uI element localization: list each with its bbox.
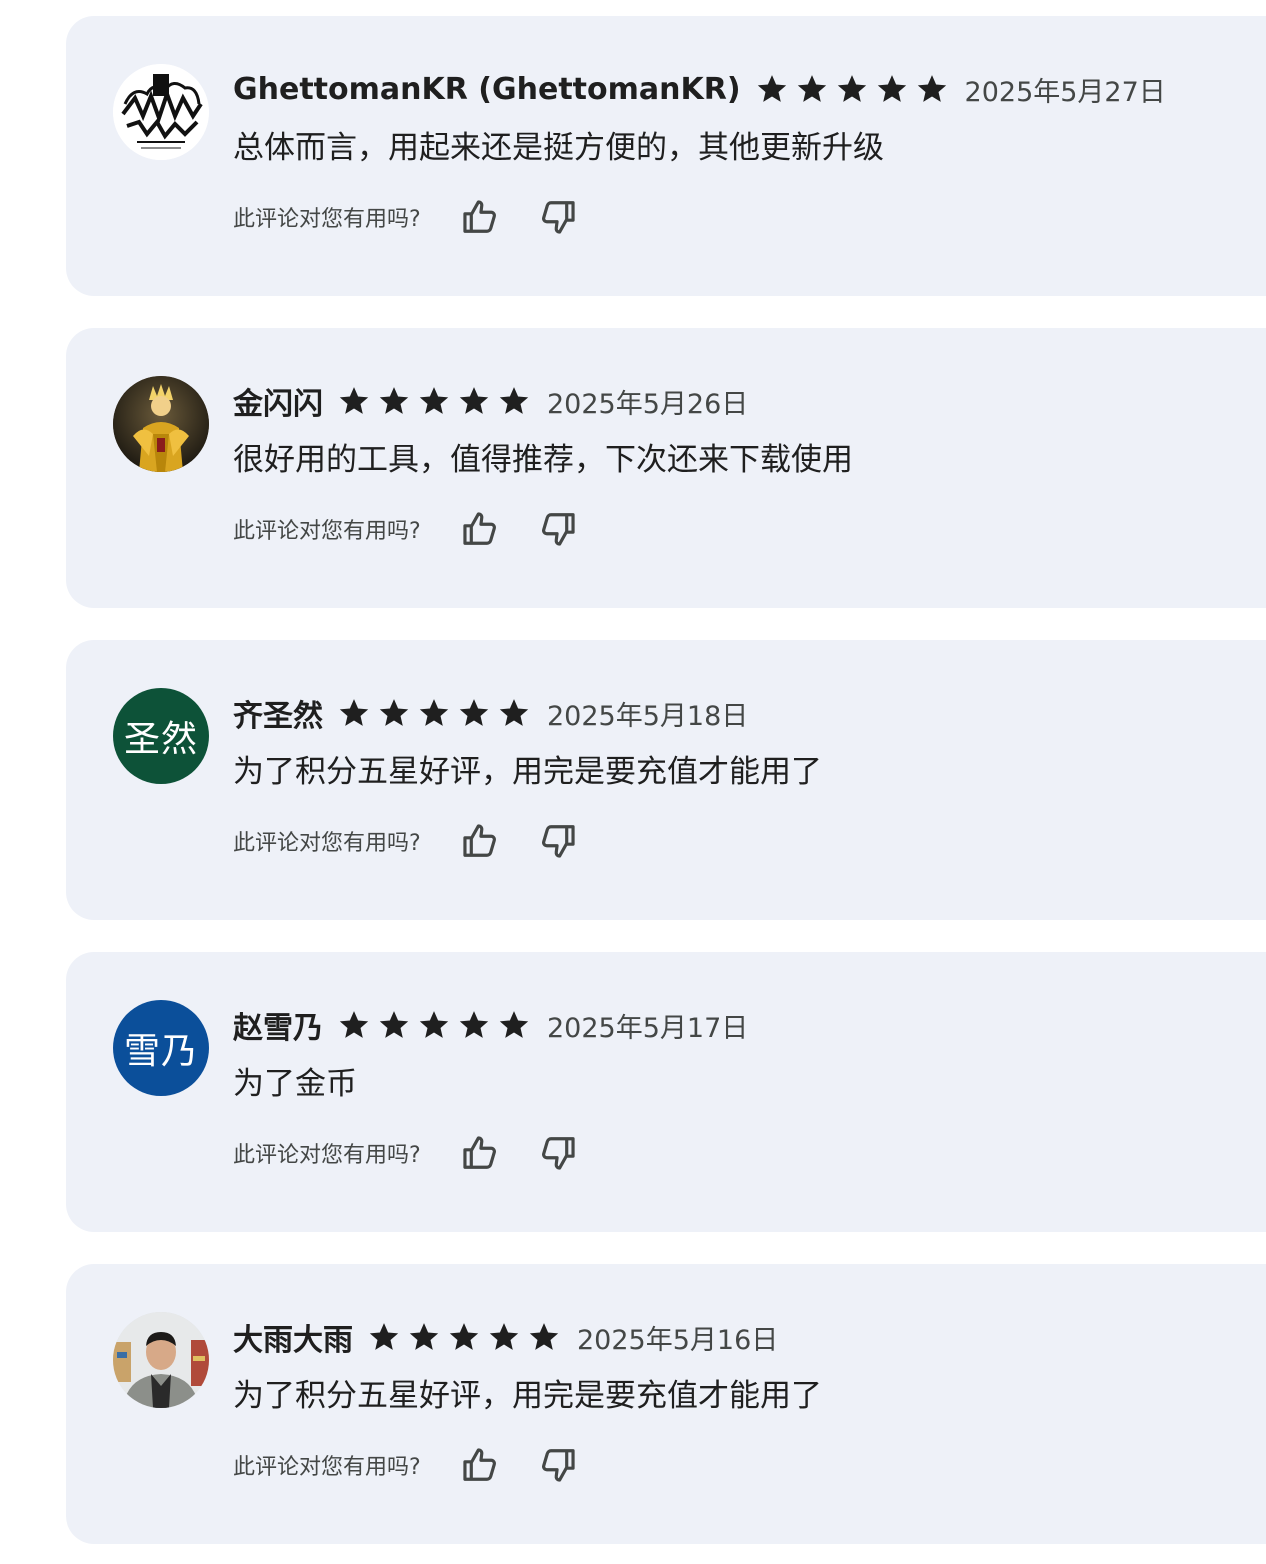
star-icon: [837, 75, 866, 102]
avatar: 圣然: [113, 688, 209, 784]
review-card: 金闪闪 2025年5月26日 很好用的工具，值得推荐，下次还来下载使用 此评论对…: [66, 328, 1266, 608]
review-text: 为了积分五星好评，用完是要充值才能用了: [233, 754, 822, 790]
helpful-row: 此评论对您有用吗?: [233, 818, 613, 864]
review-header: 大雨大雨 2025年5月16日: [233, 1316, 778, 1358]
star-rating: [337, 1008, 537, 1042]
thumbs-up-icon: [463, 200, 496, 233]
star-icon: [419, 1011, 449, 1038]
star-icon: [459, 699, 489, 726]
star-icon: [529, 1323, 559, 1350]
review-text: 为了金币: [233, 1066, 357, 1102]
graffiti-logo-avatar-icon: [113, 64, 209, 160]
thumbs-down-icon: [541, 1137, 575, 1170]
review-text: 为了积分五星好评，用完是要充值才能用了: [233, 1378, 822, 1414]
review-card: 雪乃 赵雪乃 2025年5月17日 为了金币 此评论对您有用吗?: [66, 952, 1266, 1232]
helpful-row: 此评论对您有用吗?: [233, 1130, 613, 1176]
person-photo-avatar-icon: [113, 1312, 209, 1408]
helpful-prompt: 此评论对您有用吗?: [233, 519, 421, 544]
star-rating: [337, 696, 537, 730]
helpful-yes-button[interactable]: [457, 1130, 503, 1176]
star-icon: [459, 1011, 489, 1038]
thumbs-up-icon: [463, 512, 496, 545]
star-icon: [917, 75, 946, 102]
review-card: 圣然 齐圣然 2025年5月18日 为了积分五星好评，用完是要充值才能用了 此评…: [66, 640, 1266, 920]
star-icon: [379, 699, 409, 726]
review-card: 大雨大雨 2025年5月16日 为了积分五星好评，用完是要充值才能用了 此评论对…: [66, 1264, 1266, 1544]
star-icon: [797, 75, 826, 102]
review-date: 2025年5月18日: [547, 700, 749, 732]
star-icon: [877, 75, 906, 102]
star-rating: [755, 72, 955, 106]
thumbs-down-icon: [541, 201, 575, 234]
reviewer-name: 赵雪乃: [233, 1011, 323, 1046]
star-icon: [339, 387, 369, 414]
helpful-no-button[interactable]: [535, 506, 581, 552]
helpful-prompt: 此评论对您有用吗?: [233, 831, 421, 856]
helpful-yes-button[interactable]: [457, 194, 503, 240]
helpful-no-button[interactable]: [535, 818, 581, 864]
review-header: GhettomanKR (GhettomanKR) 2025年5月27日: [233, 68, 1166, 110]
star-icon: [499, 699, 529, 726]
review-date: 2025年5月16日: [577, 1324, 779, 1356]
star-icon: [379, 1011, 409, 1038]
reviewer-name: 金闪闪: [233, 387, 323, 422]
review-list: GhettomanKR (GhettomanKR) 2025年5月27日 总体而…: [0, 0, 1266, 1564]
helpful-row: 此评论对您有用吗?: [233, 1442, 613, 1488]
helpful-yes-button[interactable]: [457, 506, 503, 552]
star-icon: [369, 1323, 399, 1350]
helpful-row: 此评论对您有用吗?: [233, 506, 613, 552]
reviewer-name: 大雨大雨: [233, 1323, 353, 1358]
thumbs-down-icon: [541, 825, 575, 858]
star-icon: [757, 75, 786, 102]
star-icon: [409, 1323, 439, 1350]
thumbs-down-icon: [541, 513, 575, 546]
thumbs-up-icon: [463, 824, 496, 857]
star-icon: [419, 387, 449, 414]
review-date: 2025年5月26日: [547, 388, 749, 420]
avatar-initials: 圣然: [123, 719, 198, 760]
review-text: 很好用的工具，值得推荐，下次还来下载使用: [233, 442, 853, 478]
star-icon: [339, 1011, 369, 1038]
review-header: 齐圣然 2025年5月18日: [233, 692, 748, 734]
helpful-no-button[interactable]: [535, 1442, 581, 1488]
star-icon: [419, 699, 449, 726]
review-card: GhettomanKR (GhettomanKR) 2025年5月27日 总体而…: [66, 16, 1266, 296]
star-icon: [459, 387, 489, 414]
avatar: [113, 1312, 209, 1408]
star-icon: [489, 1323, 519, 1350]
helpful-no-button[interactable]: [535, 194, 581, 240]
helpful-yes-button[interactable]: [457, 1442, 503, 1488]
star-icon: [379, 387, 409, 414]
review-date: 2025年5月17日: [547, 1012, 749, 1044]
reviewer-name: 齐圣然: [233, 699, 323, 734]
helpful-prompt: 此评论对您有用吗?: [233, 1143, 421, 1168]
star-rating: [367, 1320, 567, 1354]
review-header: 金闪闪 2025年5月26日: [233, 380, 748, 422]
review-date: 2025年5月27日: [964, 76, 1166, 108]
helpful-no-button[interactable]: [535, 1130, 581, 1176]
star-icon: [499, 1011, 529, 1038]
avatar-initials: 雪乃: [123, 1031, 198, 1072]
star-icon: [449, 1323, 479, 1350]
thumbs-up-icon: [463, 1448, 496, 1481]
helpful-prompt: 此评论对您有用吗?: [233, 207, 421, 232]
reviewer-name: GhettomanKR (GhettomanKR): [233, 71, 741, 107]
avatar: [113, 64, 209, 160]
thumbs-up-icon: [463, 1136, 496, 1169]
avatar: [113, 376, 209, 472]
avatar: 雪乃: [113, 1000, 209, 1096]
review-header: 赵雪乃 2025年5月17日: [233, 1004, 748, 1046]
star-rating: [337, 384, 537, 418]
star-icon: [339, 699, 369, 726]
helpful-prompt: 此评论对您有用吗?: [233, 1455, 421, 1480]
review-text: 总体而言，用起来还是挺方便的，其他更新升级: [233, 130, 884, 166]
helpful-yes-button[interactable]: [457, 818, 503, 864]
thumbs-down-icon: [541, 1449, 575, 1482]
star-icon: [499, 387, 529, 414]
helpful-row: 此评论对您有用吗?: [233, 194, 613, 240]
golden-knight-avatar-icon: [113, 376, 209, 472]
